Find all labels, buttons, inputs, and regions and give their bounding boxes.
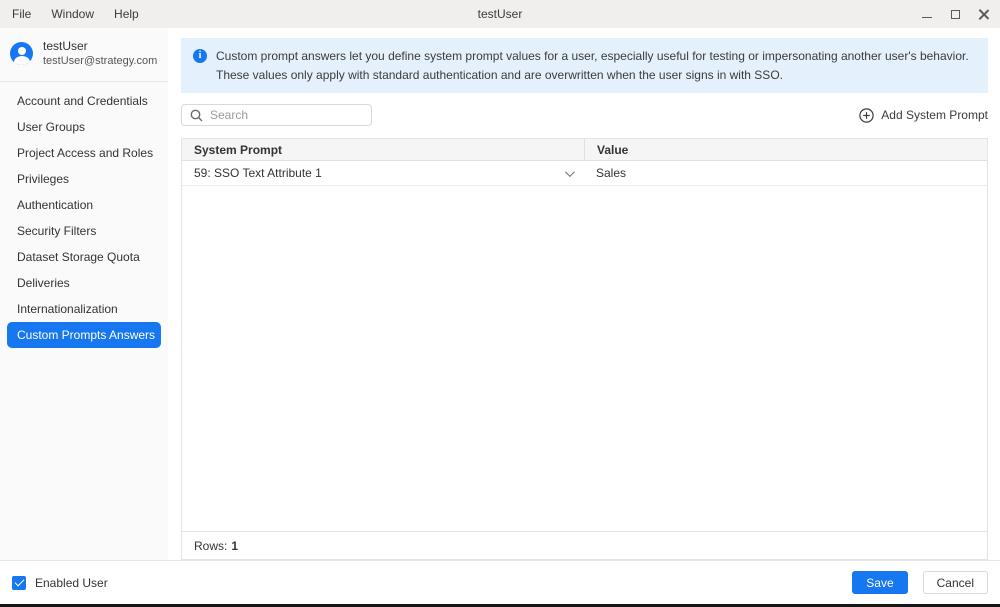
maximize-icon: [951, 10, 960, 19]
sidebar-item-internationalization[interactable]: Internationalization: [7, 296, 161, 322]
cancel-button[interactable]: Cancel: [923, 571, 988, 594]
minimize-icon: [922, 17, 932, 18]
sidebar: testUser testUser@strategy.com Account a…: [0, 28, 168, 560]
system-prompt-value: 59: SSO Text Attribute 1: [194, 166, 322, 180]
titlebar: File Window Help testUser: [0, 0, 1000, 28]
add-system-prompt-label: Add System Prompt: [881, 108, 988, 122]
sidebar-divider: [0, 81, 168, 82]
sidebar-nav: Account and Credentials User Groups Proj…: [0, 88, 168, 348]
sidebar-item-authentication[interactable]: Authentication: [7, 192, 161, 218]
plus-circle-icon: [859, 108, 874, 123]
system-prompt-dropdown[interactable]: 59: SSO Text Attribute 1: [182, 161, 584, 185]
close-icon: [978, 9, 989, 20]
main-panel: i Custom prompt answers let you define s…: [168, 28, 1000, 560]
add-system-prompt-button[interactable]: Add System Prompt: [859, 108, 988, 123]
search-input[interactable]: [210, 108, 363, 122]
user-profile-text: testUser testUser@strategy.com: [43, 38, 157, 69]
sidebar-item-user-groups[interactable]: User Groups: [7, 114, 161, 140]
table-empty-area: [182, 186, 987, 531]
user-name: testUser: [43, 38, 157, 54]
close-button[interactable]: [974, 5, 992, 23]
sidebar-item-project-access-and-roles[interactable]: Project Access and Roles: [7, 140, 161, 166]
sidebar-item-custom-prompts-answers[interactable]: Custom Prompts Answers: [7, 322, 161, 348]
window-controls: [918, 5, 992, 23]
table-header: System Prompt Value: [182, 139, 987, 161]
info-icon: i: [193, 49, 207, 63]
window-title: testUser: [0, 7, 1000, 21]
user-avatar-icon: [10, 42, 33, 65]
content-row: testUser testUser@strategy.com Account a…: [0, 28, 1000, 560]
info-banner-text: Custom prompt answers let you define sys…: [216, 47, 976, 84]
menu-file[interactable]: File: [8, 7, 41, 21]
save-button[interactable]: Save: [852, 571, 907, 594]
minimize-button[interactable]: [918, 5, 936, 23]
sidebar-item-dataset-storage-quota[interactable]: Dataset Storage Quota: [7, 244, 161, 270]
column-header-system-prompt: System Prompt: [182, 139, 584, 160]
enabled-user-checkbox[interactable]: [12, 576, 26, 590]
bottom-bar: Enabled User Save Cancel: [0, 560, 1000, 604]
table-footer: Rows: 1: [182, 531, 987, 559]
maximize-button[interactable]: [946, 5, 964, 23]
user-email: testUser@strategy.com: [43, 54, 157, 69]
menu-window[interactable]: Window: [41, 7, 104, 21]
sidebar-item-account-and-credentials[interactable]: Account and Credentials: [7, 88, 161, 114]
prompt-answer-value[interactable]: Sales: [584, 161, 987, 185]
search-icon: [190, 109, 203, 122]
column-header-value: Value: [584, 139, 987, 160]
sidebar-item-privileges[interactable]: Privileges: [7, 166, 161, 192]
rows-label: Rows:: [194, 539, 227, 553]
sidebar-item-deliveries[interactable]: Deliveries: [7, 270, 161, 296]
user-profile: testUser testUser@strategy.com: [0, 28, 168, 79]
enabled-user-label: Enabled User: [35, 576, 108, 590]
rows-count: 1: [231, 539, 238, 553]
table-row: 59: SSO Text Attribute 1 Sales: [182, 161, 987, 186]
menu-help[interactable]: Help: [104, 7, 149, 21]
chevron-down-icon: [565, 167, 575, 177]
toolbar: Add System Prompt: [181, 104, 988, 126]
system-prompt-table: System Prompt Value 59: SSO Text Attribu…: [181, 138, 988, 560]
sidebar-item-security-filters[interactable]: Security Filters: [7, 218, 161, 244]
info-banner: i Custom prompt answers let you define s…: [181, 38, 988, 93]
search-box[interactable]: [181, 104, 372, 126]
